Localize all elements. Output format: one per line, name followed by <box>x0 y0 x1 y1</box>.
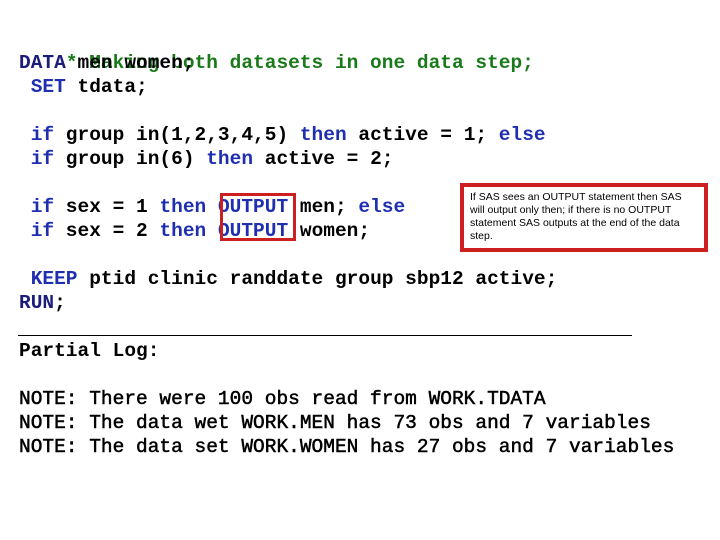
code-text: tdata; <box>65 76 148 98</box>
code-text: ; <box>54 292 66 314</box>
log-heading: Partial Log: <box>19 340 160 362</box>
keyword-if: if <box>30 220 55 242</box>
keyword-then: then <box>299 124 347 146</box>
output-highlight-box <box>220 193 296 241</box>
code-text: sex = 2 <box>54 220 160 242</box>
output-explanation-callout: If SAS sees an OUTPUT statement then SAS… <box>460 183 708 252</box>
code-run-statement: RUN; <box>19 291 66 315</box>
keyword-then: then <box>159 196 207 218</box>
code-set-statement: SET tdata; <box>19 75 148 99</box>
code-text: sex = 1 <box>54 196 160 218</box>
keyword-then: then <box>159 220 207 242</box>
code-text: active = 1; <box>346 124 499 146</box>
keyword-set: SET <box>30 76 66 98</box>
keyword-data: DATA <box>19 52 66 74</box>
code-if-sex-line-2: if sex = 2 then OUTPUT women; <box>19 219 370 243</box>
code-if-group-line-2: if group in(6) then active = 2; <box>19 147 394 171</box>
keyword-else: else <box>498 124 546 146</box>
code-text: active = 2; <box>253 148 394 170</box>
code-if-group-line-1: if group in(1,2,3,4,5) then active = 1; … <box>19 123 546 147</box>
code-keep-statement: KEEP ptid clinic randdate group sbp12 ac… <box>19 267 558 291</box>
code-data-statement: DATA men women; <box>19 51 195 75</box>
log-line: NOTE: There were 100 obs read from WORK.… <box>19 388 546 411</box>
callout-text: If SAS sees an OUTPUT statement then SAS… <box>470 191 682 242</box>
keyword-run: RUN <box>19 292 55 314</box>
log-line: NOTE: The data set WORK.WOMEN has 27 obs… <box>19 436 675 459</box>
code-if-sex-line-1: if sex = 1 then OUTPUT men; else <box>19 195 406 219</box>
keyword-then: then <box>206 148 254 170</box>
code-text: ptid clinic randdate group sbp12 active; <box>77 268 558 290</box>
keyword-if: if <box>30 124 55 146</box>
keyword-if: if <box>30 148 55 170</box>
code-text: men women; <box>65 52 195 74</box>
code-text: women; <box>288 220 371 242</box>
section-divider <box>18 335 632 336</box>
code-text: group in(1,2,3,4,5) <box>54 124 300 146</box>
keyword-if: if <box>30 196 55 218</box>
code-text: group in(6) <box>54 148 207 170</box>
log-line: NOTE: The data wet WORK.MEN has 73 obs a… <box>19 412 651 435</box>
code-text: men; <box>288 196 359 218</box>
keyword-else: else <box>358 196 406 218</box>
keyword-keep: KEEP <box>30 268 78 290</box>
